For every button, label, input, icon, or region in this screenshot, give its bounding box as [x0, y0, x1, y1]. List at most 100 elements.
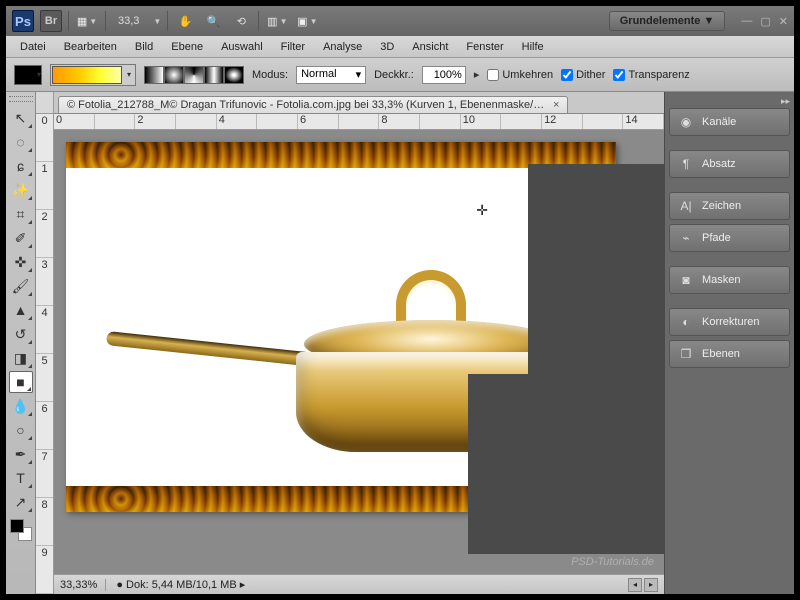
transparenz-checkbox[interactable]: Transparenz	[613, 69, 689, 81]
zoom-display[interactable]: 33,3	[112, 15, 145, 27]
close-button[interactable]: ✕	[779, 15, 788, 28]
panel-korrekturen[interactable]: ◐Korrekturen	[669, 308, 790, 336]
eraser-tool[interactable]: ◨	[9, 347, 33, 369]
character-icon: A|	[678, 198, 694, 214]
ruler-h-tick: 14	[623, 114, 664, 129]
ruler-v-tick: 9	[36, 546, 53, 594]
tool-preset-picker[interactable]: ▪▾	[14, 65, 42, 85]
horizontal-scrollbar[interactable]: ◂▸	[628, 578, 658, 592]
eyedropper-tool[interactable]: ✐	[9, 227, 33, 249]
gradient-linear-button[interactable]	[144, 66, 164, 84]
umkehren-checkbox[interactable]: Umkehren	[487, 69, 553, 81]
panel-kanaele[interactable]: ◉Kanäle	[669, 108, 790, 136]
wand-tool[interactable]: ✨	[9, 179, 33, 201]
gradient-tool[interactable]: ■	[9, 371, 33, 393]
modus-label: Modus:	[252, 69, 288, 81]
ruler-h-tick	[501, 114, 542, 129]
main-menu: Datei Bearbeiten Bild Ebene Auswahl Filt…	[6, 36, 794, 58]
ruler-h-tick: 10	[461, 114, 502, 129]
ruler-h-tick	[583, 114, 624, 129]
document-tab[interactable]: © Fotolia_212788_M© Dragan Trifunovic - …	[58, 96, 568, 113]
workspace-selector[interactable]: Grundelemente ▼	[609, 11, 726, 31]
panel-masken[interactable]: ◙Masken	[669, 266, 790, 294]
marquee-tool[interactable]: ◌	[9, 131, 33, 153]
ruler-v-tick: 8	[36, 498, 53, 546]
menu-analyse[interactable]: Analyse	[315, 39, 370, 55]
layout-dropdown[interactable]: ▦▼	[75, 12, 99, 30]
ruler-h-tick	[176, 114, 217, 129]
path-select-tool[interactable]: ↗	[9, 491, 33, 513]
panel-pfade[interactable]: ⌁Pfade	[669, 224, 790, 252]
panel-ebenen[interactable]: ❒Ebenen	[669, 340, 790, 368]
healing-tool[interactable]: ✜	[9, 251, 33, 273]
status-doc-info[interactable]: ● Dok: 5,44 MB/10,1 MB ▸	[116, 578, 245, 591]
ruler-h-tick: 12	[542, 114, 583, 129]
panel-label: Absatz	[702, 158, 736, 170]
ruler-h-tick	[420, 114, 461, 129]
menu-bild[interactable]: Bild	[127, 39, 161, 55]
gradient-reflected-button[interactable]	[204, 66, 224, 84]
modus-select[interactable]: Normal▾	[296, 66, 366, 84]
gradient-angle-button[interactable]	[184, 66, 204, 84]
adjustments-icon: ◐	[678, 314, 694, 330]
ruler-v-tick: 7	[36, 450, 53, 498]
photoshop-window: Ps Br ▦▼ 33,3▼ ✋ 🔍 ⟲ ▥▼ ▣▼ Grundelemente…	[6, 6, 794, 594]
maximize-button[interactable]: ▢	[760, 15, 770, 28]
arrange-dropdown[interactable]: ▥▼	[265, 12, 289, 30]
pen-tool[interactable]: ✒	[9, 443, 33, 465]
mask-overlay	[528, 164, 664, 374]
panel-label: Kanäle	[702, 116, 736, 128]
menu-datei[interactable]: Datei	[12, 39, 54, 55]
gradient-diamond-button[interactable]	[224, 66, 244, 84]
panel-zeichen[interactable]: A|Zeichen	[669, 192, 790, 220]
menu-ebene[interactable]: Ebene	[163, 39, 211, 55]
crop-tool[interactable]: ⌗	[9, 203, 33, 225]
blur-tool[interactable]: 💧	[9, 395, 33, 417]
menu-3d[interactable]: 3D	[372, 39, 402, 55]
brush-tool[interactable]: 🖌	[9, 275, 33, 297]
deckkr-flyout-icon[interactable]: ▸	[474, 68, 480, 81]
panel-label: Masken	[702, 274, 741, 286]
gradient-radial-button[interactable]	[164, 66, 184, 84]
gradient-preview[interactable]	[52, 66, 122, 84]
minimize-button[interactable]: —	[741, 15, 752, 28]
canvas[interactable]: ✛	[66, 142, 616, 512]
panel-absatz[interactable]: ¶Absatz	[669, 150, 790, 178]
menu-hilfe[interactable]: Hilfe	[514, 39, 552, 55]
move-tool[interactable]: ↖	[9, 107, 33, 129]
bridge-icon[interactable]: Br	[40, 10, 62, 32]
lasso-tool[interactable]: ɕ	[9, 155, 33, 177]
hand-icon[interactable]: ✋	[174, 10, 196, 32]
deckkr-label: Deckkr.:	[374, 69, 414, 81]
screen-mode-dropdown[interactable]: ▣▼	[295, 12, 319, 30]
toolbox-grip[interactable]	[9, 96, 33, 102]
history-brush-tool[interactable]: ↺	[9, 323, 33, 345]
zoom-icon[interactable]: 🔍	[202, 10, 224, 32]
status-bar: 33,33% ● Dok: 5,44 MB/10,1 MB ▸ ◂▸	[54, 574, 664, 594]
close-tab-icon[interactable]: ×	[553, 99, 559, 111]
ruler-v-tick: 6	[36, 402, 53, 450]
deckkr-input[interactable]	[422, 66, 466, 84]
dither-checkbox[interactable]: Dither	[561, 69, 605, 81]
stamp-tool[interactable]: ▲	[9, 299, 33, 321]
options-bar: ▪▾ ▾ Modus: Normal▾ Deckkr.: ▸ Umkehren …	[6, 58, 794, 92]
canvas-viewport[interactable]: ✛ PSD-Tutorials.de	[54, 130, 664, 574]
layers-icon: ❒	[678, 346, 694, 362]
color-swatches[interactable]	[10, 519, 32, 541]
ruler-h-tick	[95, 114, 136, 129]
document-area: © Fotolia_212788_M© Dragan Trifunovic - …	[54, 92, 664, 594]
status-zoom[interactable]: 33,33%	[60, 579, 106, 591]
dither-label: Dither	[576, 69, 605, 81]
menu-auswahl[interactable]: Auswahl	[213, 39, 271, 55]
menu-filter[interactable]: Filter	[273, 39, 313, 55]
ruler-origin[interactable]	[36, 92, 53, 114]
document-tab-bar: © Fotolia_212788_M© Dragan Trifunovic - …	[54, 92, 664, 114]
menu-bearbeiten[interactable]: Bearbeiten	[56, 39, 125, 55]
type-tool[interactable]: T	[9, 467, 33, 489]
dodge-tool[interactable]: ○	[9, 419, 33, 441]
menu-fenster[interactable]: Fenster	[458, 39, 511, 55]
rotate-view-icon[interactable]: ⟲	[230, 10, 252, 32]
collapse-dock-icon[interactable]: ▸▸	[781, 96, 790, 104]
umkehren-label: Umkehren	[502, 69, 553, 81]
menu-ansicht[interactable]: Ansicht	[404, 39, 456, 55]
